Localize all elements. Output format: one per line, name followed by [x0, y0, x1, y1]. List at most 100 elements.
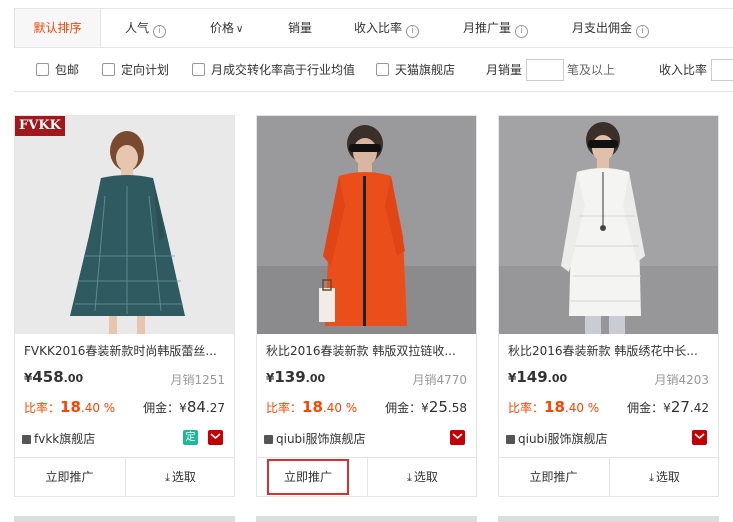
select-label: 选取 — [171, 470, 196, 484]
monthly-sales: 月销4203 — [654, 373, 709, 387]
ratio-label: 比率： — [24, 401, 61, 415]
filter-conversion-above-label: 月成交转化率高于行业均值 — [211, 63, 356, 77]
checkbox[interactable] — [376, 63, 389, 76]
product-title[interactable]: FVKK2016春装新款时尚韩版蕾丝... — [24, 342, 224, 359]
sort-price-label: 价格 — [210, 21, 235, 35]
ratio-dec: .40 % — [322, 401, 358, 415]
sort-default-label: 默认排序 — [33, 21, 82, 35]
commission-int: 25 — [428, 398, 448, 416]
sort-monthly-commission-label: 月支出佣金 — [572, 21, 633, 35]
card-actions: 立即推广 ⤓ 选取 — [15, 457, 234, 497]
ratio-int: 18 — [544, 398, 565, 416]
select-button[interactable]: ⤓ 选取 — [125, 458, 235, 497]
store-name: fvkk旗舰店 — [34, 432, 96, 446]
monthly-sales-input[interactable] — [526, 59, 564, 81]
sort-sales-label: 销量 — [288, 21, 313, 35]
income-ratio-label: 收入比率 — [659, 63, 708, 77]
store-icon — [506, 435, 515, 444]
monthly-sales: 月销4770 — [412, 373, 467, 387]
currency: ¥ — [179, 401, 187, 415]
price-dec: .00 — [63, 372, 84, 385]
product-card: FVKK FVKK2016春装新款时尚韩版蕾丝... ¥458.00 月销125… — [14, 115, 235, 497]
info-icon[interactable]: i — [515, 25, 529, 38]
next-row-card — [498, 516, 719, 522]
commission-ratio: 比率：18.40 % — [24, 398, 115, 416]
checkbox[interactable] — [36, 63, 49, 76]
commission-amount: 佣金：¥84.27 — [143, 398, 225, 416]
commission-amount: 佣金：¥25.58 — [385, 398, 467, 416]
sort-monthly-commission[interactable]: 月支出佣金 i — [572, 9, 650, 47]
filter-conversion-above[interactable]: 月成交转化率高于行业均值 — [192, 48, 355, 92]
ratio-label: 比率： — [266, 401, 303, 415]
tmall-icon — [450, 430, 465, 445]
brand-logo: FVKK — [15, 116, 65, 136]
filter-bar: 包邮 定向计划 月成交转化率高于行业均值 天猫旗舰店 月销量 笔及以上 收入比率 — [14, 48, 733, 92]
commission-dec: .58 — [447, 401, 467, 415]
sort-monthly-promotion[interactable]: 月推广量 i — [463, 9, 529, 47]
sort-popularity-label: 人气 — [125, 21, 150, 35]
targeted-badge: 定 — [183, 430, 198, 445]
sort-sales[interactable]: 销量 — [288, 9, 312, 47]
promote-button[interactable]: 立即推广 — [499, 458, 608, 497]
tmall-icon — [692, 430, 707, 445]
select-button[interactable]: ⤓ 选取 — [609, 458, 719, 497]
next-row-card — [256, 516, 477, 522]
commission-dec: .42 — [689, 401, 709, 415]
promote-button[interactable]: 立即推广 — [15, 458, 124, 497]
checkbox[interactable] — [192, 63, 205, 76]
sort-bar: 默认排序 人气 i 价格 ∨ 销量 收入比率 i 月推广量 i 月支出佣金 i — [14, 8, 733, 48]
product-price: ¥458.00 — [24, 368, 83, 386]
product-image[interactable]: FVKK — [15, 116, 234, 334]
sort-popularity[interactable]: 人气 i — [125, 9, 167, 47]
product-card: 秋比2016春装新款 韩版绣花中长... ¥149.00 月销4203 比率：1… — [498, 115, 719, 497]
sort-monthly-promotion-label: 月推广量 — [463, 21, 512, 35]
commission-label: 佣金： — [143, 401, 180, 415]
store-link[interactable]: qiubi服饰旗舰店 — [506, 430, 608, 447]
product-image[interactable] — [257, 116, 476, 334]
sort-income-ratio[interactable]: 收入比率 i — [354, 9, 420, 47]
select-label: 选取 — [655, 470, 680, 484]
sort-price[interactable]: 价格 ∨ — [210, 9, 243, 47]
commission-label: 佣金： — [627, 401, 664, 415]
store-link[interactable]: qiubi服饰旗舰店 — [264, 430, 366, 447]
price-int: 139 — [274, 368, 306, 386]
price-int: 149 — [516, 368, 548, 386]
currency: ¥ — [663, 401, 671, 415]
commission-int: 84 — [186, 398, 206, 416]
product-title[interactable]: 秋比2016春装新款 韩版绣花中长... — [508, 342, 708, 359]
filter-targeted-plan[interactable]: 定向计划 — [102, 48, 169, 92]
product-image[interactable] — [499, 116, 718, 334]
commission-ratio: 比率：18.40 % — [508, 398, 599, 416]
commission-ratio: 比率：18.40 % — [266, 398, 357, 416]
filter-targeted-plan-label: 定向计划 — [121, 63, 170, 77]
income-ratio-input[interactable] — [711, 59, 733, 81]
filter-tmall-store[interactable]: 天猫旗舰店 — [376, 48, 455, 92]
ratio-dec: .40 % — [564, 401, 600, 415]
store-icon — [22, 435, 31, 444]
product-card: 秋比2016春装新款 韩版双拉链收... ¥139.00 月销4770 比率：1… — [256, 115, 477, 497]
tmall-icon — [208, 430, 223, 445]
product-price: ¥149.00 — [508, 368, 567, 386]
info-icon[interactable]: i — [153, 25, 167, 38]
select-button[interactable]: ⤓ 选取 — [367, 458, 477, 497]
filter-tmall-store-label: 天猫旗舰店 — [395, 63, 456, 77]
info-icon[interactable]: i — [636, 25, 650, 38]
commission-dec: .27 — [205, 401, 225, 415]
checkbox[interactable] — [102, 63, 115, 76]
monthly-sales-suffix: 笔及以上 — [567, 63, 616, 77]
sort-default[interactable]: 默认排序 — [15, 9, 101, 47]
filter-free-shipping-label: 包邮 — [55, 63, 80, 77]
store-link[interactable]: fvkk旗舰店 — [22, 430, 95, 447]
store-name: qiubi服饰旗舰店 — [276, 432, 366, 446]
download-icon: ⤓ — [165, 471, 170, 484]
filter-free-shipping[interactable]: 包邮 — [36, 48, 79, 92]
commission-label: 佣金： — [385, 401, 422, 415]
commission-int: 27 — [670, 398, 690, 416]
price-dec: .00 — [547, 372, 568, 385]
ratio-int: 18 — [302, 398, 323, 416]
product-price: ¥139.00 — [266, 368, 325, 386]
info-icon[interactable]: i — [406, 25, 420, 38]
promote-button[interactable]: 立即推广 — [267, 459, 349, 495]
product-title[interactable]: 秋比2016春装新款 韩版双拉链收... — [266, 342, 466, 359]
monthly-sales-label: 月销量 — [486, 63, 523, 77]
